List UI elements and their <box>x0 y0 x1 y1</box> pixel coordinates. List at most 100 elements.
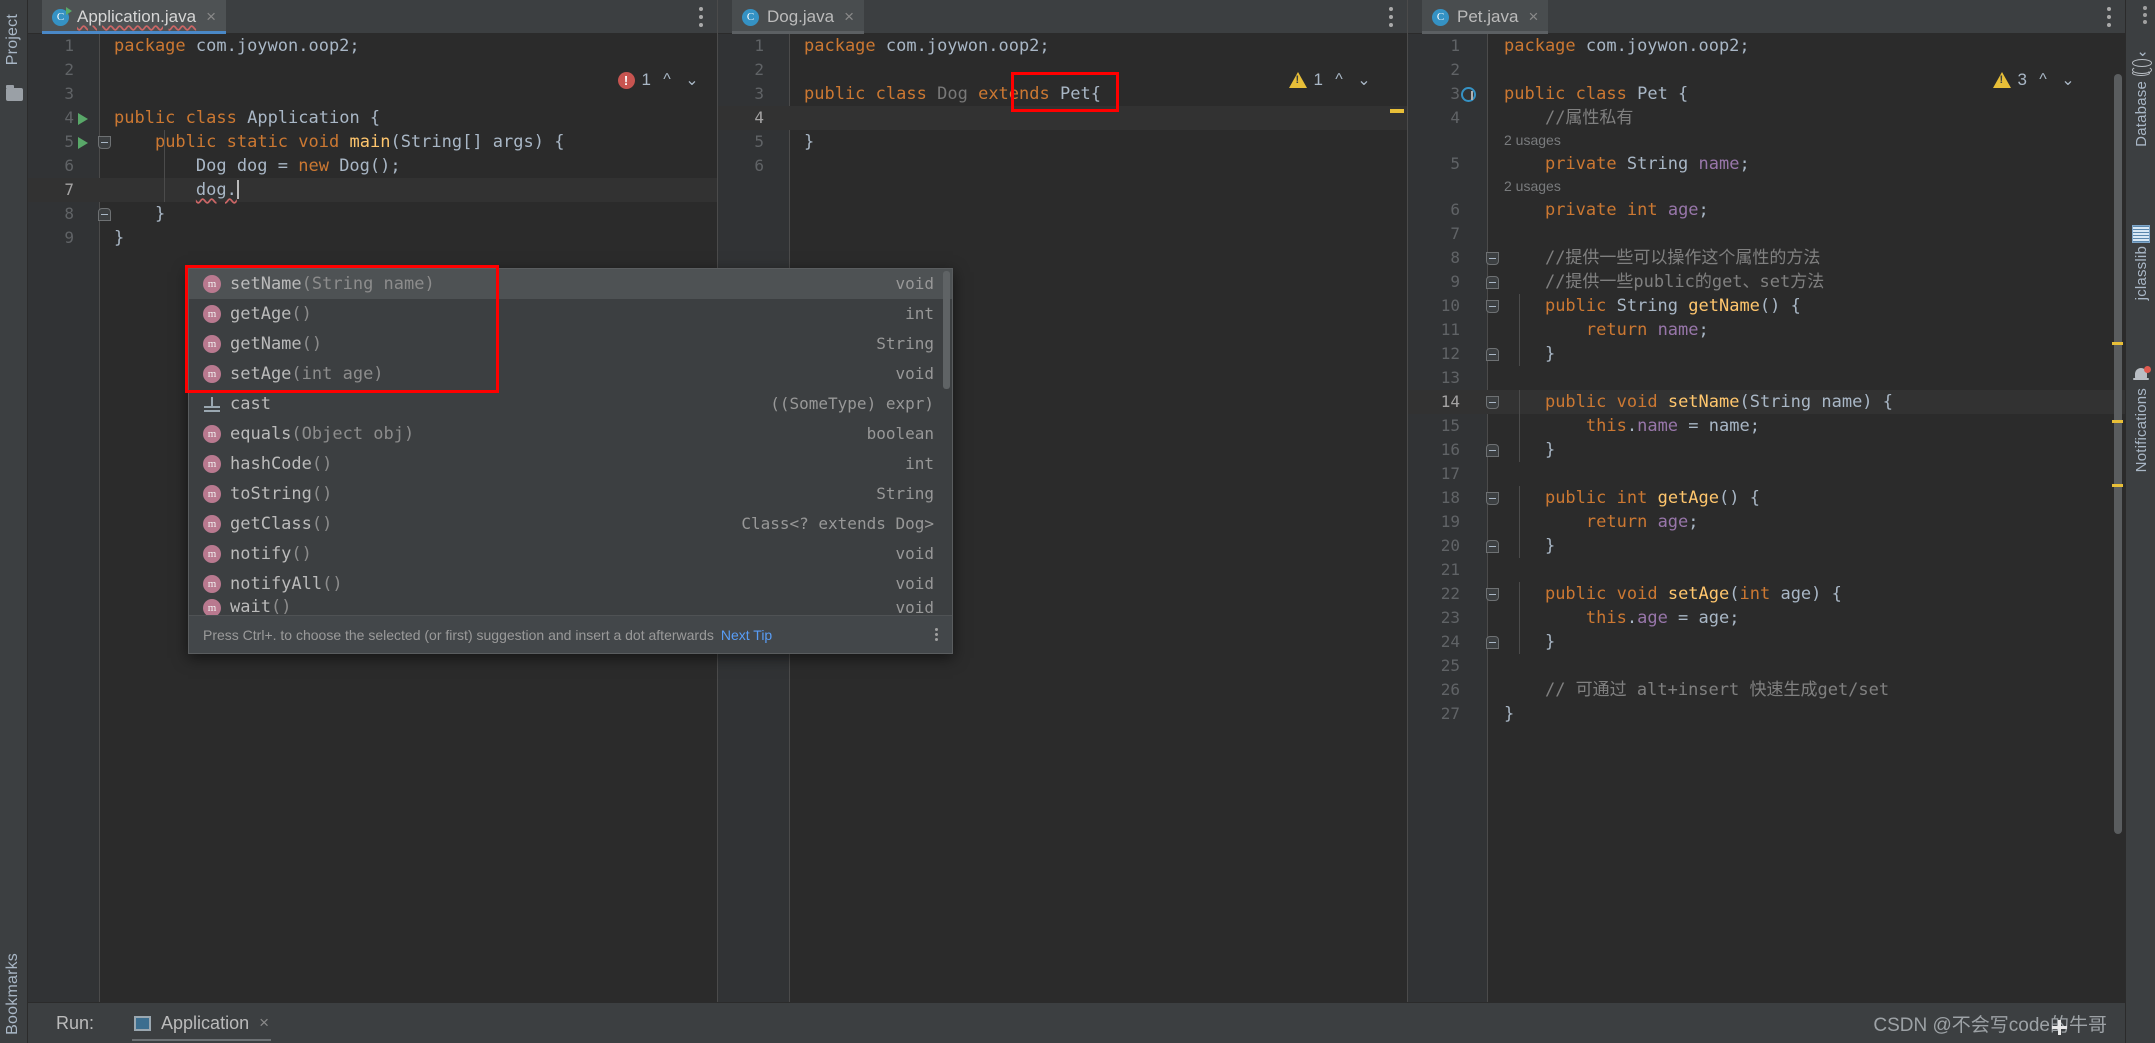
tab-label: Dog.java <box>767 7 835 26</box>
line-number: 6 <box>1450 200 1460 219</box>
code-text: public String getName() { <box>1544 296 1801 316</box>
completion-item[interactable]: m notifyAll() void <box>189 569 952 599</box>
tab-application-java[interactable]: C Application.java × <box>42 0 227 34</box>
line-number: 21 <box>1440 560 1460 579</box>
code-text: } <box>1504 344 1556 364</box>
code-text: //提供一些可以操作这个属性的方法 <box>1544 248 1821 268</box>
tab-options-icon[interactable] <box>699 7 703 27</box>
completion-label: notifyAll() <box>230 574 343 594</box>
fold-open-icon[interactable] <box>98 136 111 149</box>
line-number: 9 <box>1450 272 1460 291</box>
more-options-icon[interactable] <box>2143 6 2147 24</box>
fold-open-icon[interactable] <box>1486 492 1499 505</box>
completion-item[interactable]: cast ((SomeType) expr) <box>189 389 952 419</box>
code-line: 1 package com.joywon.oop2; <box>1408 34 2125 58</box>
tab-options-icon[interactable] <box>2107 7 2111 27</box>
completion-label: setAge(int age) <box>230 364 384 384</box>
warning-marker[interactable] <box>2112 420 2123 423</box>
fold-close-icon[interactable] <box>1486 444 1499 457</box>
completion-list[interactable]: m setName(String name) void m getAge() i… <box>189 269 952 616</box>
code-text: public int getAge() { <box>1544 488 1760 508</box>
next-tip-link[interactable]: Next Tip <box>721 627 772 643</box>
completion-item[interactable]: m wait() void <box>189 599 952 616</box>
fold-close-icon[interactable] <box>1486 540 1499 553</box>
completion-type: int <box>905 304 934 323</box>
close-icon[interactable]: × <box>206 7 216 27</box>
line-number: 19 <box>1440 512 1460 531</box>
line-number: 5 <box>1450 154 1460 173</box>
fold-open-icon[interactable] <box>1486 252 1499 265</box>
mouse-cursor <box>2052 1020 2067 1035</box>
warning-marker[interactable] <box>2112 342 2123 345</box>
code-line: 24 } <box>1408 630 2125 654</box>
code-line: 11 return name; <box>1408 318 2125 342</box>
method-icon: m <box>203 545 221 563</box>
completion-item[interactable]: m getName() String <box>189 329 952 359</box>
tool-window-button-project[interactable]: Project <box>4 14 22 65</box>
completion-label: hashCode() <box>230 454 333 474</box>
code-line: 16 } <box>1408 438 2125 462</box>
completion-item[interactable]: m equals(Object obj) boolean <box>189 419 952 449</box>
fold-close-icon[interactable] <box>1486 636 1499 649</box>
completion-item[interactable]: m setAge(int age) void <box>189 359 952 389</box>
code-text: public static void main(String[] args) { <box>154 132 565 152</box>
fold-open-icon[interactable] <box>1486 588 1499 601</box>
hint-text: Press Ctrl+. to choose the selected (or … <box>203 626 714 643</box>
completion-item[interactable]: m getClass() Class<? extends Dog> <box>189 509 952 539</box>
completion-item[interactable]: m notify() void <box>189 539 952 569</box>
folder-icon[interactable] <box>6 85 23 101</box>
completion-type: void <box>895 364 934 383</box>
completion-item[interactable]: m toString() String <box>189 479 952 509</box>
fold-close-icon[interactable] <box>1486 348 1499 361</box>
run-gutter-icon[interactable] <box>78 113 88 125</box>
tool-window-button-jclasslib[interactable]: jclasslib <box>2126 225 2155 300</box>
close-icon[interactable]: × <box>259 1013 269 1033</box>
tool-window-button-database[interactable]: Database <box>2126 58 2155 147</box>
tool-window-button-bookmarks[interactable]: Bookmarks <box>4 953 22 1035</box>
close-icon[interactable]: × <box>1528 7 1538 27</box>
completion-type: boolean <box>866 424 934 443</box>
line-number: 17 <box>1440 464 1460 483</box>
inlay-usages[interactable]: 2 usages <box>1408 130 2125 152</box>
inlay-usages[interactable]: 2 usages <box>1408 176 2125 198</box>
run-label: Run: <box>56 1012 95 1033</box>
code-area-pet[interactable]: 3 ^ ⌄ 1 package com.joywon.oop2; 2 3 <box>1408 34 2125 1002</box>
warning-marker[interactable] <box>2112 484 2123 487</box>
method-icon: m <box>203 515 221 533</box>
tab-pet-java[interactable]: C Pet.java × <box>1422 0 1549 34</box>
completion-scrollbar[interactable] <box>943 271 950 389</box>
java-class-runnable-icon: C <box>52 6 72 26</box>
tab-dog-java[interactable]: C Dog.java × <box>732 0 865 34</box>
run-gutter-icon[interactable] <box>78 137 88 149</box>
jclasslib-icon <box>2132 225 2150 243</box>
line-number: 6 <box>64 156 74 175</box>
run-configuration-tab[interactable]: Application × <box>124 1003 279 1043</box>
code-line: 18 public int getAge() { <box>1408 486 2125 510</box>
code-line: 6 private int age; <box>1408 198 2125 222</box>
code-text: public void setName(String name) { <box>1544 392 1894 412</box>
line-number: 11 <box>1440 320 1460 339</box>
hint-options-icon[interactable] <box>935 628 938 641</box>
completion-type: void <box>895 544 934 563</box>
implemented-by-icon[interactable] <box>1460 86 1476 102</box>
code-line: 21 <box>1408 558 2125 582</box>
code-text: private int age; <box>1544 200 1709 220</box>
code-line: 13 <box>1408 366 2125 390</box>
code-text: this.name = name; <box>1585 416 1760 436</box>
code-completion-popup[interactable]: m setName(String name) void m getAge() i… <box>185 265 953 654</box>
fold-close-icon[interactable] <box>98 208 111 221</box>
fold-open-icon[interactable] <box>1486 300 1499 313</box>
completion-item[interactable]: m setName(String name) void <box>189 269 952 299</box>
fold-open-icon[interactable] <box>1486 396 1499 409</box>
completion-item[interactable]: m getAge() int <box>189 299 952 329</box>
completion-item[interactable]: m hashCode() int <box>189 449 952 479</box>
tab-options-icon[interactable] <box>1389 7 1393 27</box>
watermark: CSDN @不会写code的牛哥 <box>1873 1014 2107 1036</box>
close-icon[interactable]: × <box>844 7 854 27</box>
code-line: 3 public class Dog extends Pet{ <box>718 82 1407 106</box>
editor-scrollbar-pet[interactable] <box>2114 74 2122 834</box>
code-text: Dog dog = new Dog(); <box>114 156 401 176</box>
code-line: 9 //提供一些public的get、set方法 <box>1408 270 2125 294</box>
tool-window-button-notifications[interactable]: Notifications <box>2126 365 2155 472</box>
fold-close-icon[interactable] <box>1486 276 1499 289</box>
